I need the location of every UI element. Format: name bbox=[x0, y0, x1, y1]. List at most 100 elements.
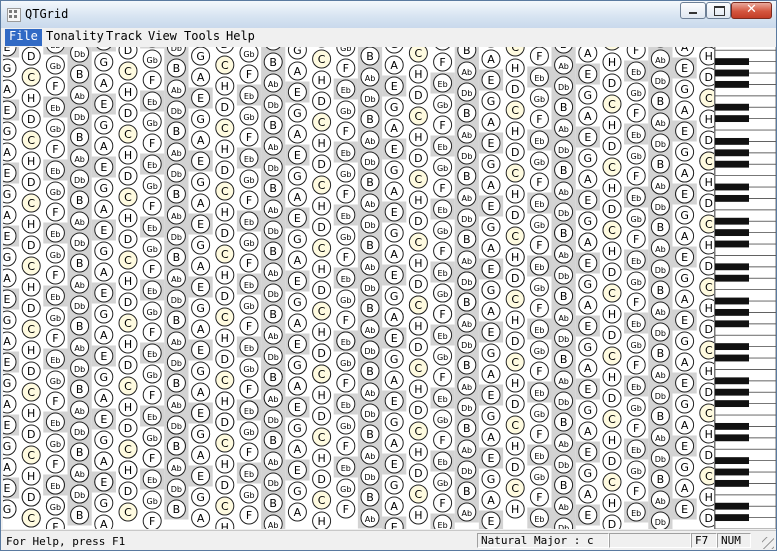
note-db[interactable]: Db bbox=[457, 397, 477, 417]
note-c[interactable]: C bbox=[505, 47, 525, 57]
note-c[interactable]: C bbox=[505, 289, 525, 309]
note-f[interactable]: F bbox=[45, 328, 65, 348]
note-eb[interactable]: Eb bbox=[529, 193, 549, 213]
note-d[interactable]: D bbox=[118, 355, 138, 375]
note-e[interactable]: E bbox=[481, 70, 501, 90]
note-e[interactable]: E bbox=[287, 208, 307, 228]
note-d[interactable]: D bbox=[505, 142, 525, 162]
note-d[interactable]: D bbox=[505, 331, 525, 351]
note-eb[interactable]: Eb bbox=[336, 79, 356, 99]
note-e[interactable]: E bbox=[481, 511, 501, 529]
note-eb[interactable]: Eb bbox=[142, 217, 162, 237]
note-d[interactable]: D bbox=[312, 343, 332, 363]
app-icon[interactable] bbox=[7, 8, 21, 22]
note-db[interactable]: Db bbox=[166, 100, 186, 120]
note-c[interactable]: C bbox=[21, 67, 41, 87]
note-db[interactable]: Db bbox=[70, 484, 90, 504]
note-gb[interactable]: Gb bbox=[239, 106, 259, 126]
note-e[interactable]: E bbox=[191, 466, 211, 486]
note-gb[interactable]: Gb bbox=[336, 289, 356, 309]
note-e[interactable]: E bbox=[481, 322, 501, 342]
note-f[interactable]: F bbox=[142, 448, 162, 468]
note-g[interactable]: G bbox=[3, 121, 17, 141]
note-f[interactable]: F bbox=[45, 454, 65, 474]
note-a[interactable]: A bbox=[384, 433, 404, 453]
note-g[interactable]: G bbox=[578, 337, 598, 357]
note-g[interactable]: G bbox=[675, 457, 695, 477]
note-c[interactable]: C bbox=[699, 88, 714, 108]
note-eb[interactable]: Eb bbox=[529, 319, 549, 339]
note-gb[interactable]: Gb bbox=[239, 295, 259, 315]
note-ab[interactable]: Ab bbox=[166, 79, 186, 99]
note-a[interactable]: A bbox=[3, 205, 17, 225]
note-f[interactable]: F bbox=[529, 172, 549, 192]
note-eb[interactable]: Eb bbox=[336, 394, 356, 414]
note-e[interactable]: E bbox=[3, 289, 17, 309]
note-db[interactable]: Db bbox=[70, 47, 90, 63]
note-b[interactable]: B bbox=[70, 253, 90, 273]
note-f[interactable]: F bbox=[433, 493, 453, 513]
note-c[interactable]: C bbox=[118, 250, 138, 270]
note-gb[interactable]: Gb bbox=[529, 277, 549, 297]
note-c[interactable]: C bbox=[21, 193, 41, 213]
note-gb[interactable]: Gb bbox=[529, 214, 549, 234]
note-c[interactable]: C bbox=[312, 364, 332, 384]
note-d[interactable]: D bbox=[118, 166, 138, 186]
note-a[interactable]: A bbox=[675, 415, 695, 435]
note-g[interactable]: G bbox=[578, 85, 598, 105]
note-c[interactable]: C bbox=[602, 220, 622, 240]
note-c[interactable]: C bbox=[21, 508, 41, 528]
note-h[interactable]: H bbox=[312, 511, 332, 529]
note-b[interactable]: B bbox=[70, 379, 90, 399]
note-c[interactable]: C bbox=[408, 47, 428, 63]
note-a[interactable]: A bbox=[578, 484, 598, 504]
note-f[interactable]: F bbox=[142, 385, 162, 405]
note-g[interactable]: G bbox=[287, 418, 307, 438]
note-h[interactable]: H bbox=[408, 190, 428, 210]
note-a[interactable]: A bbox=[287, 313, 307, 333]
note-a[interactable]: A bbox=[675, 289, 695, 309]
note-g[interactable]: G bbox=[94, 115, 114, 135]
note-f[interactable]: F bbox=[336, 247, 356, 267]
note-b[interactable]: B bbox=[70, 64, 90, 84]
note-f[interactable]: F bbox=[239, 316, 259, 336]
note-ab[interactable]: Ab bbox=[166, 394, 186, 414]
note-a[interactable]: A bbox=[3, 457, 17, 477]
note-a[interactable]: A bbox=[191, 67, 211, 87]
note-f[interactable]: F bbox=[142, 133, 162, 153]
note-h[interactable]: H bbox=[408, 253, 428, 273]
note-e[interactable]: E bbox=[287, 397, 307, 417]
note-e[interactable]: E bbox=[94, 94, 114, 114]
note-b[interactable]: B bbox=[457, 103, 477, 123]
note-db[interactable]: Db bbox=[650, 511, 670, 529]
note-b[interactable]: B bbox=[360, 298, 380, 318]
note-f[interactable]: F bbox=[142, 511, 162, 529]
note-ab[interactable]: Ab bbox=[554, 55, 574, 75]
note-ab[interactable]: Ab bbox=[360, 319, 380, 339]
note-f[interactable]: F bbox=[529, 361, 549, 381]
note-g[interactable]: G bbox=[578, 463, 598, 483]
note-g[interactable]: G bbox=[191, 487, 211, 507]
note-f[interactable]: F bbox=[626, 292, 646, 312]
note-e[interactable]: E bbox=[94, 283, 114, 303]
note-eb[interactable]: Eb bbox=[529, 508, 549, 528]
note-f[interactable]: F bbox=[45, 202, 65, 222]
note-g[interactable]: G bbox=[384, 349, 404, 369]
note-db[interactable]: Db bbox=[457, 208, 477, 228]
note-gb[interactable]: Gb bbox=[45, 433, 65, 453]
note-a[interactable]: A bbox=[481, 175, 501, 195]
note-g[interactable]: G bbox=[287, 166, 307, 186]
note-ab[interactable]: Ab bbox=[457, 61, 477, 81]
note-db[interactable]: Db bbox=[554, 454, 574, 474]
note-e[interactable]: E bbox=[481, 448, 501, 468]
note-ab[interactable]: Ab bbox=[650, 238, 670, 258]
note-gb[interactable]: Gb bbox=[529, 88, 549, 108]
note-b[interactable]: B bbox=[263, 430, 283, 450]
note-db[interactable]: Db bbox=[70, 295, 90, 315]
note-ab[interactable]: Ab bbox=[554, 496, 574, 516]
note-db[interactable]: Db bbox=[457, 271, 477, 291]
note-e[interactable]: E bbox=[384, 139, 404, 159]
note-h[interactable]: H bbox=[215, 454, 235, 474]
note-b[interactable]: B bbox=[650, 280, 670, 300]
note-eb[interactable]: Eb bbox=[142, 154, 162, 174]
